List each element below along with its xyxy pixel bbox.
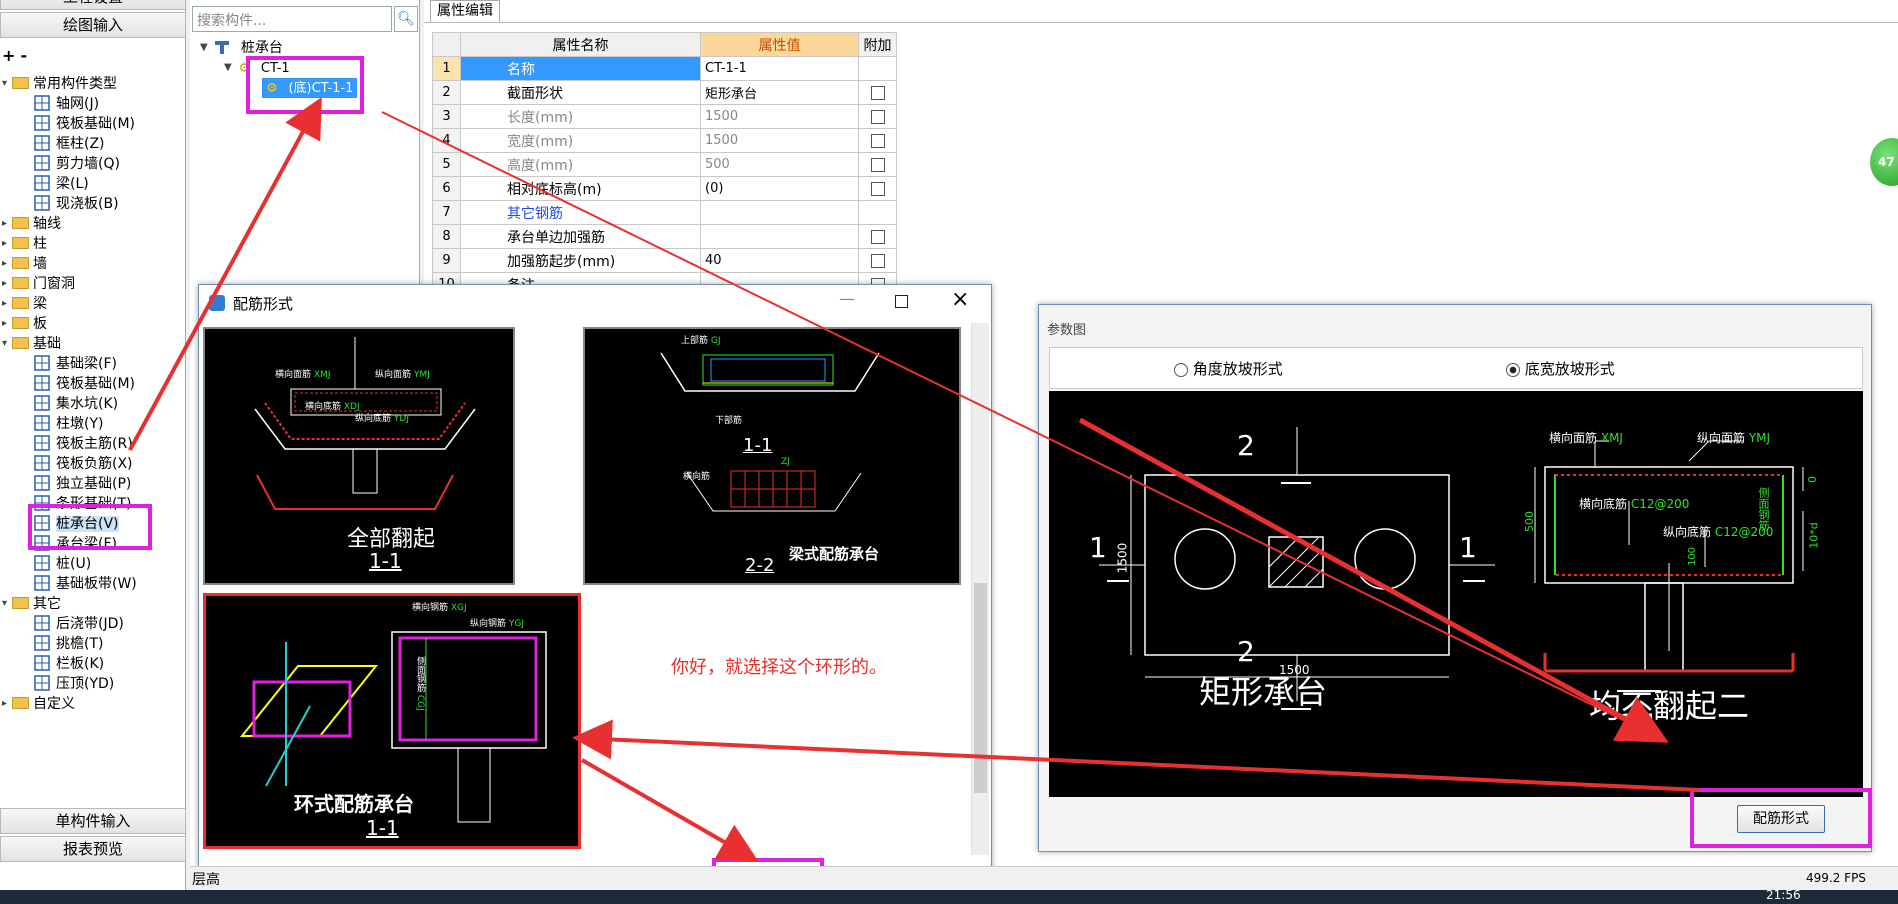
- arrow-to-ok: [581, 758, 759, 862]
- annotation-arrows: [128, 96, 1701, 862]
- arrow-to-section: [1078, 417, 1669, 743]
- arrow-to-ring-thumb: [572, 719, 1701, 792]
- arrow-to-component: [128, 96, 322, 451]
- arrow-thin-to-diagram: [381, 111, 1661, 739]
